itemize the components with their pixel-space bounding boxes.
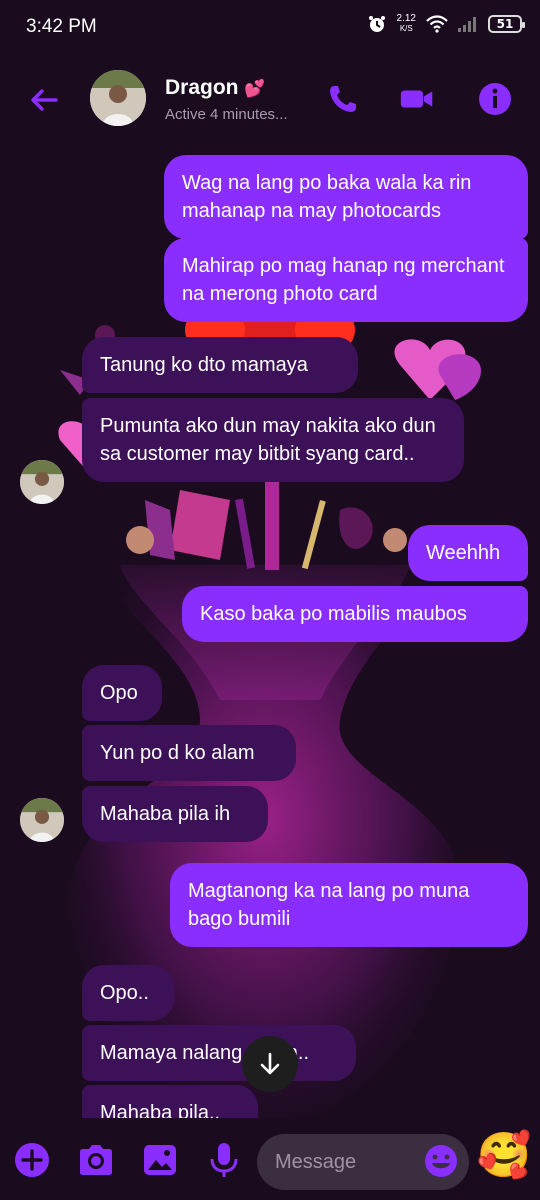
status-time: 3:42 PM bbox=[26, 16, 97, 37]
contact-avatar[interactable] bbox=[90, 70, 146, 126]
quick-reaction-button[interactable]: 🥰 bbox=[476, 1128, 532, 1184]
quick-reaction-emoji: 🥰 bbox=[476, 1130, 532, 1181]
image-icon[interactable] bbox=[140, 1140, 180, 1180]
chat-header: Dragon 💕 Active 4 minutes... bbox=[0, 60, 540, 140]
message-incoming[interactable]: Mamaya nalang po ah.. bbox=[82, 1025, 356, 1081]
message-text: Wag na lang po baka wala ka rin mahanap … bbox=[182, 172, 472, 222]
message-outgoing[interactable]: Kaso baka po mabilis maubos bbox=[182, 586, 528, 642]
avatar-image bbox=[20, 798, 64, 842]
signal-icon bbox=[458, 17, 476, 32]
battery-indicator: 51 bbox=[488, 15, 525, 33]
video-camera-icon[interactable] bbox=[400, 82, 434, 116]
message-text: Pumunta ako dun may nakita ako dun sa cu… bbox=[100, 415, 436, 465]
network-speed-unit: K/S bbox=[399, 24, 413, 33]
scroll-to-bottom-button[interactable] bbox=[242, 1036, 298, 1092]
avatar-image bbox=[90, 70, 146, 126]
info-icon[interactable] bbox=[478, 82, 512, 116]
message-incoming[interactable]: Mahaba pila ih bbox=[82, 786, 268, 842]
avatar-image bbox=[20, 460, 64, 504]
message-text: Kaso baka po mabilis maubos bbox=[200, 603, 467, 625]
back-arrow-icon[interactable] bbox=[26, 82, 62, 118]
sender-avatar[interactable] bbox=[20, 798, 64, 842]
battery-level: 51 bbox=[496, 17, 514, 31]
alarm-icon bbox=[368, 16, 385, 32]
status-bar: 3:42 PM 2.12 K/S 51 bbox=[0, 0, 540, 56]
message-text: Tanung ko dto mamaya bbox=[100, 354, 308, 376]
message-text: Opo bbox=[100, 682, 138, 704]
sender-avatar[interactable] bbox=[20, 460, 64, 504]
message-outgoing[interactable]: Weehhh bbox=[408, 525, 528, 581]
message-outgoing[interactable]: Magtanong ka na lang po muna bago bumili bbox=[170, 863, 528, 947]
phone-icon[interactable] bbox=[326, 82, 360, 116]
arrow-down-icon bbox=[260, 1052, 280, 1075]
contact-emoji: 💕 bbox=[244, 79, 266, 98]
network-speed: 2.12 K/S bbox=[397, 14, 416, 34]
contact-status: Active 4 minutes... bbox=[165, 106, 288, 123]
contact-name: Dragon bbox=[165, 76, 239, 99]
message-text: Opo.. bbox=[100, 982, 149, 1004]
wifi-icon bbox=[426, 15, 448, 33]
composer-bar: 🥰 bbox=[0, 1118, 540, 1200]
message-outgoing[interactable]: Mahirap po mag hanap ng merchant na mero… bbox=[164, 238, 528, 322]
message-incoming[interactable]: Opo.. bbox=[82, 965, 174, 1021]
message-incoming[interactable]: Tanung ko dto mamaya bbox=[82, 337, 358, 393]
status-icons: 2.12 K/S 51 bbox=[367, 14, 525, 34]
message-text: Mahaba pila ih bbox=[100, 803, 231, 825]
message-text: Magtanong ka na lang po muna bago bumili bbox=[188, 880, 470, 930]
microphone-icon[interactable] bbox=[204, 1140, 244, 1180]
message-incoming[interactable]: Pumunta ako dun may nakita ako dun sa cu… bbox=[82, 398, 464, 482]
message-incoming[interactable]: Yun po d ko alam bbox=[82, 725, 296, 781]
message-outgoing[interactable]: Wag na lang po baka wala ka rin mahanap … bbox=[164, 155, 528, 239]
plus-icon[interactable] bbox=[12, 1140, 52, 1180]
message-text: Yun po d ko alam bbox=[100, 742, 255, 764]
message-incoming[interactable]: Opo bbox=[82, 665, 162, 721]
message-text: Mahirap po mag hanap ng merchant na mero… bbox=[182, 255, 505, 305]
message-text: Weehhh bbox=[426, 542, 501, 564]
camera-icon[interactable] bbox=[76, 1140, 116, 1180]
network-speed-value: 2.12 bbox=[396, 13, 416, 24]
emoji-icon[interactable] bbox=[422, 1142, 460, 1180]
contact-name-row[interactable]: Dragon 💕 bbox=[165, 76, 266, 100]
